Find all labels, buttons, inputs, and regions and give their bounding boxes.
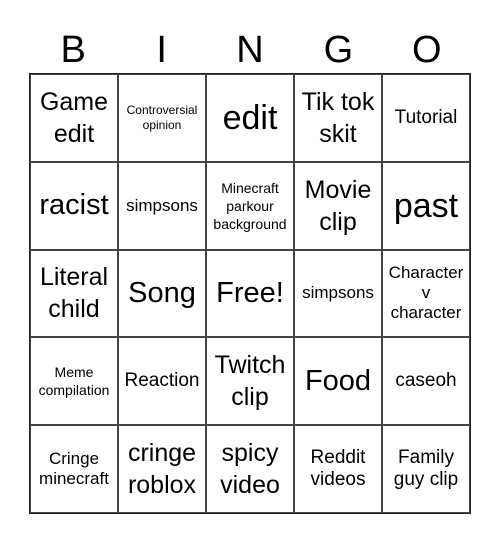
bingo-cell-label: Song [128, 276, 196, 309]
bingo-cell[interactable]: caseoh [382, 337, 470, 426]
bingo-cell[interactable]: Character v character [382, 249, 470, 338]
bingo-cell-label: Meme compilation [38, 364, 110, 399]
bingo-header: B I N G O [29, 28, 471, 72]
bingo-cell-label: cringe roblox [127, 439, 197, 500]
bingo-cell[interactable]: Tutorial [382, 74, 470, 162]
bingo-cell-label: simpsons [126, 195, 198, 215]
header-letter-n: N [236, 29, 264, 71]
bingo-cell[interactable]: simpsons [118, 161, 206, 250]
bingo-cell-label: caseoh [395, 370, 457, 392]
bingo-cell[interactable]: Food [294, 337, 382, 426]
bingo-cell[interactable]: Game edit [30, 74, 118, 162]
bingo-cell-label: Twitch clip [214, 351, 286, 412]
bingo-cell-label: Food [304, 364, 372, 397]
bingo-cell[interactable]: Twitch clip [206, 337, 294, 426]
bingo-cell[interactable]: Free! [206, 249, 294, 338]
bingo-cell-label: Reddit videos [310, 447, 366, 491]
bingo-cell[interactable]: Reddit videos [294, 425, 382, 513]
bingo-cell-label: Tik tok skit [301, 87, 375, 148]
bingo-cell-label: Reaction [124, 370, 200, 392]
bingo-grid: Game edit Controversial opinion edit Tik to… [29, 73, 471, 514]
bingo-cell-label: edit [222, 98, 278, 137]
bingo-cell[interactable]: Reaction [118, 337, 206, 426]
bingo-cell[interactable]: Meme compilation [30, 337, 118, 426]
bingo-cell[interactable]: simpsons [294, 249, 382, 338]
bingo-cell[interactable]: Controversial opinion [118, 74, 206, 162]
bingo-cell-label: simpsons [302, 283, 374, 303]
bingo-cell[interactable]: past [382, 161, 470, 250]
bingo-cell-label: spicy video [220, 439, 280, 500]
header-letter-o: O [412, 29, 442, 71]
bingo-cell-label: Minecraft parkour background [213, 179, 287, 232]
bingo-cell-label: Free! [216, 276, 284, 309]
bingo-cell[interactable]: Tik tok skit [294, 74, 382, 162]
bingo-cell-label: Family guy clip [393, 447, 459, 491]
bingo-cell-label: Tutorial [394, 106, 458, 128]
bingo-cell-label: Cringe minecraft [39, 449, 109, 489]
bingo-cell-label: racist [39, 189, 109, 222]
bingo-cell[interactable]: racist [30, 161, 118, 250]
bingo-cell[interactable]: Movie clip [294, 161, 382, 250]
header-letter-i: I [156, 29, 167, 71]
bingo-cell[interactable]: cringe roblox [118, 425, 206, 513]
bingo-cell-label: Movie clip [304, 175, 372, 236]
bingo-cell[interactable]: edit [206, 74, 294, 162]
header-letter-g: G [323, 29, 354, 71]
bingo-cell[interactable]: Song [118, 249, 206, 338]
bingo-cell-label: Character v character [388, 263, 464, 323]
bingo-cell[interactable]: Minecraft parkour background [206, 161, 294, 250]
header-letter-b: B [60, 29, 86, 71]
bingo-cell-label: Controversial opinion [126, 102, 198, 132]
bingo-cell[interactable]: spicy video [206, 425, 294, 513]
bingo-cell[interactable]: Family guy clip [382, 425, 470, 513]
bingo-cell-label: past [393, 186, 459, 225]
bingo-cell-label: Literal child [39, 263, 109, 324]
bingo-cell[interactable]: Literal child [30, 249, 118, 338]
bingo-cell-label: Game edit [39, 87, 109, 148]
bingo-cell[interactable]: Cringe minecraft [30, 425, 118, 513]
